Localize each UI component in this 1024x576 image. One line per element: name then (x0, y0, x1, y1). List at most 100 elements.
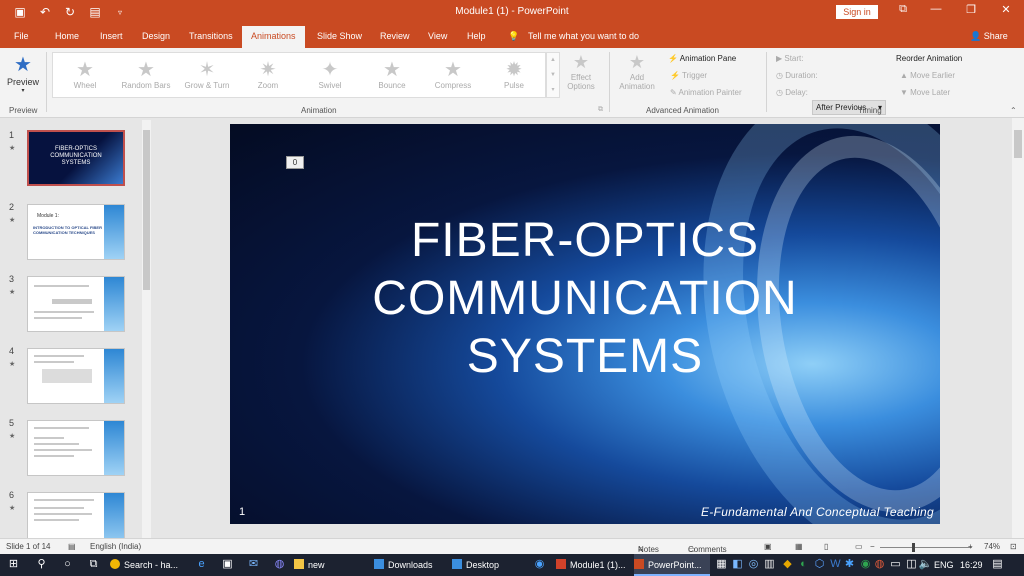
slide-thumbnail-2[interactable]: Module 1: INTRODUCTION TO OPTICAL FIBER … (27, 204, 125, 260)
app-icon[interactable]: ◧ (730, 557, 745, 572)
browser-icon[interactable]: ◍ (272, 557, 287, 572)
animation-pane-button[interactable]: ⚡ Animation Pane (668, 54, 736, 63)
task-view-icon[interactable]: ⧉ (86, 557, 101, 572)
scroll-thumb[interactable] (143, 130, 150, 290)
battery-icon[interactable]: ▭ (888, 557, 903, 572)
zoom-out-icon[interactable]: − (870, 542, 875, 551)
animation-order-tag[interactable]: 0 (286, 156, 304, 169)
slide-sorter-icon[interactable]: ▦ (795, 542, 803, 551)
taskbar-module-pdf[interactable]: Module1 (1)... (556, 554, 632, 576)
animation-bounce[interactable]: ★ Bounce (362, 57, 422, 90)
move-later-button[interactable]: ▼ Move Later (900, 88, 950, 97)
tell-me-search[interactable]: Tell me what you want to do (528, 31, 639, 41)
animation-random-bars[interactable]: ★ Random Bars (116, 57, 176, 90)
slide-thumbnail-1[interactable]: FIBER-OPTICS COMMUNICATION SYSTEMS (27, 130, 125, 186)
dialog-launcher-icon[interactable]: ⧉ (598, 106, 603, 114)
normal-view-icon[interactable]: ▣ (764, 542, 772, 551)
gallery-more-icon[interactable]: ▾ (547, 83, 559, 98)
language-indicator[interactable]: ENG (934, 554, 954, 576)
tab-review[interactable]: Review (380, 31, 410, 41)
current-slide[interactable]: 0 FIBER-OPTICS COMMUNICATION SYSTEMS 1 E… (230, 124, 940, 524)
canvas-scrollbar[interactable] (1012, 118, 1024, 538)
close-button[interactable]: ✕ (996, 3, 1016, 16)
tab-slide-show[interactable]: Slide Show (317, 31, 362, 41)
thumbnails-scrollbar[interactable] (142, 120, 151, 538)
taskbar-chrome-search[interactable]: Search - ha... (110, 554, 186, 576)
fit-to-window-icon[interactable]: ⊡ (1010, 542, 1017, 551)
animation-wheel[interactable]: ★ Wheel (55, 57, 115, 90)
notification-icon[interactable]: ▤ (990, 557, 1005, 572)
zoom-slider-thumb[interactable] (911, 543, 915, 552)
tab-view[interactable]: View (428, 31, 447, 41)
zoom-in-icon[interactable]: + (968, 542, 973, 551)
search-icon[interactable]: ⚲ (34, 557, 49, 572)
chrome-icon[interactable]: ◉ (858, 557, 873, 572)
calculator-icon[interactable]: ▦ (714, 557, 729, 572)
animation-compress[interactable]: ★ Compress (423, 57, 483, 90)
thumb-line (34, 311, 94, 313)
ribbon-display-options-icon[interactable]: ⧉ (893, 3, 913, 16)
slide-thumbnail-5[interactable] (27, 420, 125, 476)
language-indicator[interactable]: English (India) (90, 542, 141, 551)
volume-icon[interactable]: 🔈 (918, 557, 933, 572)
slide-thumbnail-4[interactable] (27, 348, 125, 404)
tab-help[interactable]: Help (467, 31, 486, 41)
tab-design[interactable]: Design (142, 31, 170, 41)
tab-animations[interactable]: Animations (242, 26, 305, 48)
effect-options-button[interactable]: ★ Effect Options (562, 52, 600, 91)
zoom-level[interactable]: 74% (984, 542, 1000, 551)
group-separator (609, 52, 610, 112)
taskbar-powerpoint[interactable]: PowerPoint... (634, 554, 710, 576)
gallery-scroll[interactable]: ▲ ▼ ▾ (546, 52, 560, 98)
taskbar-desktop[interactable]: Desktop (452, 554, 522, 576)
windows-start-icon[interactable]: ⊞ (6, 557, 21, 572)
scroll-thumb[interactable] (1014, 130, 1022, 158)
preview-star-icon: ★ (14, 54, 32, 76)
tab-home[interactable]: Home (55, 31, 79, 41)
scroll-up-icon[interactable]: ▲ (547, 53, 559, 68)
move-earlier-button[interactable]: ▲ Move Earlier (900, 71, 955, 80)
tab-transitions[interactable]: Transitions (189, 31, 233, 41)
animation-zoom[interactable]: ✷ Zoom (238, 57, 298, 90)
restore-button[interactable]: ❐ (961, 3, 981, 16)
animation-painter-button[interactable]: ✎ Animation Painter (670, 88, 742, 97)
sign-in-button[interactable]: Sign in (836, 5, 878, 19)
slide-thumbnail-6[interactable] (27, 492, 125, 538)
animation-swivel[interactable]: ✦ Swivel (300, 57, 360, 90)
network-icon[interactable]: ◫ (904, 557, 919, 572)
slideshow-view-icon[interactable]: ▭ (855, 542, 863, 551)
share-button[interactable]: 👤 Share (970, 31, 1008, 42)
trigger-button[interactable]: ⚡ Trigger (670, 71, 707, 80)
spelling-icon[interactable]: ▤ (68, 542, 76, 551)
cortana-icon[interactable]: ○ (60, 557, 75, 572)
edge-chromium-icon[interactable]: ◉ (532, 557, 547, 572)
animation-grow-turn[interactable]: ✶ Grow & Turn (177, 57, 237, 90)
animation-pulse[interactable]: ✹ Pulse (484, 57, 544, 90)
taskbar-downloads[interactable]: Downloads (374, 554, 446, 576)
slide-title[interactable]: FIBER-OPTICS COMMUNICATION SYSTEMS (290, 212, 880, 386)
preview-button[interactable]: ★ Preview ▾ (6, 52, 40, 94)
app-icon[interactable]: ◐ (796, 557, 811, 572)
tab-file[interactable]: File (14, 31, 29, 41)
zoom-slider[interactable] (880, 547, 972, 548)
animation-pane-icon: ⚡ (668, 54, 678, 63)
app-icon[interactable]: ⬡ (812, 557, 827, 572)
taskbar-folder-new[interactable]: new (294, 554, 366, 576)
edge-icon[interactable]: e (194, 557, 209, 572)
notepad-icon[interactable]: ▥ (762, 557, 777, 572)
collapse-ribbon-icon[interactable]: ⌃ (1010, 106, 1017, 115)
minimize-button[interactable]: — (926, 3, 946, 15)
clock[interactable]: 16:29 (960, 554, 983, 576)
camera-icon[interactable]: ◎ (746, 557, 761, 572)
word-icon[interactable]: W (828, 557, 843, 572)
app-icon[interactable]: ◍ (872, 557, 887, 572)
reading-view-icon[interactable]: ▯ (824, 542, 828, 551)
paint-icon[interactable]: ◆ (780, 557, 795, 572)
tab-insert[interactable]: Insert (100, 31, 123, 41)
slide-thumbnail-3[interactable] (27, 276, 125, 332)
store-icon[interactable]: ▣ (220, 557, 235, 572)
scroll-down-icon[interactable]: ▼ (547, 68, 559, 83)
add-animation-button[interactable]: ★ Add Animation (614, 52, 660, 91)
bluetooth-icon[interactable]: ✱ (842, 557, 857, 572)
mail-icon[interactable]: ✉ (246, 557, 261, 572)
